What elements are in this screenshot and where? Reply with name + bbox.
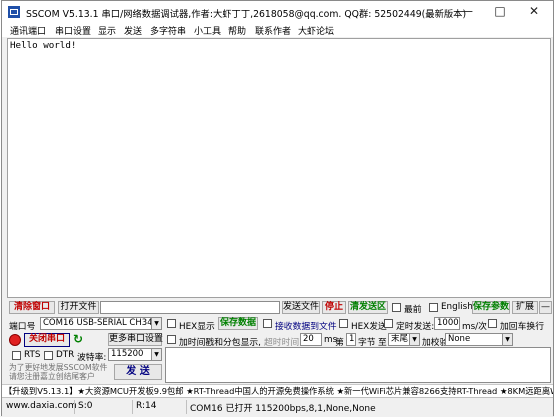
menu-tools[interactable]: 小工具 (194, 24, 221, 37)
port-status-icon (9, 334, 21, 346)
dtr-label: DTR (56, 350, 75, 360)
stop-button[interactable]: 停止 (322, 301, 346, 314)
promo-line-1: 为了更好地发展SSCOM软件 (9, 363, 108, 372)
hex-send-checkbox[interactable] (339, 319, 348, 328)
timeout-input[interactable]: 20 (300, 333, 322, 346)
timestamp-checkbox[interactable] (167, 335, 176, 344)
refresh-icon[interactable]: ↻ (73, 333, 85, 347)
baud-label: 波特率: (77, 353, 107, 363)
receive-area[interactable]: Hello world! (7, 38, 551, 298)
chevron-down-icon: ▼ (151, 349, 161, 360)
send-button[interactable]: 发 送 (114, 364, 162, 380)
chevron-down-icon: ▼ (502, 334, 512, 345)
menu-contact-author[interactable]: 联系作者 (255, 24, 291, 37)
title-bar: SSCOM V5.13.1 串口/网络数据调试器,作者:大虾丁丁,2618058… (2, 1, 553, 23)
add-crlf-label: 加回车换行 (500, 322, 544, 332)
save-data-button[interactable]: 保存数据 (218, 317, 258, 330)
hex-display-checkbox[interactable] (167, 319, 176, 328)
close-button[interactable]: ✕ (518, 1, 550, 23)
status-sent-count: S:0 (78, 401, 93, 411)
to-select[interactable]: 末尾 ▼ (388, 333, 420, 346)
collapse-button[interactable]: — (539, 301, 552, 314)
send-textarea[interactable] (165, 347, 551, 383)
status-received-count: R:14 (136, 401, 157, 411)
front-label: 最前 (404, 305, 422, 315)
recv-to-file-checkbox[interactable] (263, 319, 272, 328)
interval-unit: ms/次 (462, 322, 487, 332)
chevron-down-icon: ▼ (151, 318, 161, 329)
status-site[interactable]: www.daxia.com (6, 401, 77, 411)
timed-send-label: 定时发送: (396, 322, 435, 332)
app-window: SSCOM V5.13.1 串口/网络数据调试器,作者:大虾丁丁,2618058… (1, 0, 554, 417)
menu-forum[interactable]: 大虾论坛 (298, 24, 334, 37)
recv-to-file-label: 接收数据到文件 (275, 322, 337, 332)
app-icon (8, 6, 20, 18)
clear-window-button[interactable]: 清除窗口 (9, 301, 55, 314)
dtr-checkbox[interactable] (44, 351, 53, 360)
more-serial-settings-button[interactable]: 更多串口设置 (108, 333, 163, 346)
english-checkbox[interactable] (429, 303, 438, 312)
interval-input[interactable]: 1000 (434, 317, 460, 330)
menu-display[interactable]: 显示 (98, 24, 116, 37)
menu-send[interactable]: 发送 (124, 24, 142, 37)
status-bar: www.daxia.com S:0 R:14 COM16 已打开 115200b… (2, 397, 553, 417)
menu-serial-settings[interactable]: 串口设置 (55, 24, 91, 37)
port-label: 端口号 (9, 322, 36, 332)
clear-send-area-button[interactable]: 清发送区 (348, 301, 388, 314)
baud-select[interactable]: 115200 ▼ (108, 348, 162, 361)
checksum-value: None (448, 334, 471, 344)
promo-line-2: 请您注册嘉立创结尾客户 (9, 372, 95, 381)
chevron-down-icon: ▼ (409, 334, 419, 345)
status-divider (132, 400, 133, 414)
byte-index-input[interactable]: 1 (346, 333, 356, 346)
file-path-input[interactable] (100, 301, 280, 314)
save-params-button[interactable]: 保存参数 (472, 301, 510, 314)
menu-help[interactable]: 帮助 (228, 24, 246, 37)
checksum-select[interactable]: None ▼ (445, 333, 513, 346)
add-crlf-checkbox[interactable] (488, 319, 497, 328)
timed-send-checkbox[interactable] (384, 319, 393, 328)
hex-display-label: HEX显示 (179, 322, 215, 332)
hex-send-label: HEX发送 (351, 322, 387, 332)
send-file-button[interactable]: 发送文件 (282, 301, 320, 314)
rts-checkbox[interactable] (12, 351, 21, 360)
maximize-button[interactable]: □ (484, 1, 516, 23)
news-ticker: 【升级到V5.13.1】★大资源MCU开发板9.9包邮 ★RT-Thread中国… (2, 384, 553, 397)
receive-text: Hello world! (10, 40, 77, 51)
menu-comm-port[interactable]: 通讯端口 (10, 24, 46, 37)
rts-label: RTS (24, 350, 41, 360)
menu-bar: 通讯端口 串口设置 显示 发送 多字符串 小工具 帮助 联系作者 大虾论坛 (2, 23, 553, 37)
to-value: 末尾 (391, 334, 409, 344)
menu-multi-string[interactable]: 多字符串 (150, 24, 186, 37)
english-label: English (441, 302, 473, 312)
port-value: COM16 USB-SERIAL CH340 (43, 318, 158, 328)
status-divider (186, 400, 187, 414)
status-port-state: COM16 已打开 115200bps,8,1,None,None (190, 404, 376, 414)
expand-button[interactable]: 扩展 (512, 301, 538, 314)
status-divider (74, 400, 75, 414)
baud-value: 115200 (111, 349, 144, 359)
news-ticker-text: 【升级到V5.13.1】★大资源MCU开发板9.9包邮 ★RT-Thread中国… (4, 386, 553, 396)
open-file-button[interactable]: 打开文件 (58, 301, 99, 314)
promo-text: 为了更好地发展SSCOM软件 请您注册嘉立创结尾客户 (9, 363, 107, 381)
port-select[interactable]: COM16 USB-SERIAL CH340 ▼ (40, 317, 162, 330)
window-title: SSCOM V5.13.1 串口/网络数据调试器,作者:大虾丁丁,2618058… (26, 9, 467, 20)
close-port-button[interactable]: 关闭串口 (24, 333, 70, 347)
front-checkbox[interactable] (392, 303, 401, 312)
minimize-button[interactable]: — (451, 1, 483, 23)
